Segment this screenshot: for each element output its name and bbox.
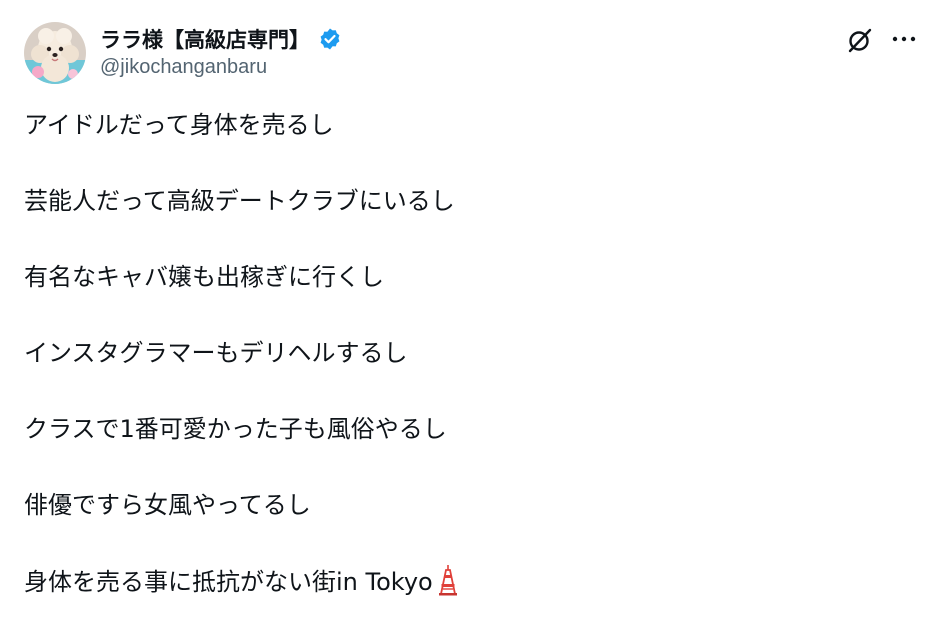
post-line: 俳優ですら女風やってるし xyxy=(24,491,311,519)
name-row: ララ様【高級店専門】 xyxy=(100,24,342,54)
post-line: インスタグラマーもデリヘルするし xyxy=(24,339,408,367)
post-line-text: 身体を売る事に抵抗がない街in Tokyo xyxy=(24,568,433,596)
tokyo-tower-icon xyxy=(435,564,461,596)
post-line: アイドルだって身体を売るし xyxy=(24,111,334,139)
tweet: ララ様【高級店専門】 @jikochanganbaru アイドルだって身体を売る… xyxy=(0,0,946,632)
post-text: アイドルだって身体を売るし 芸能人だって高級デートクラブにいるし 有名なキャバ嬢… xyxy=(24,108,924,640)
poodle-avatar-icon xyxy=(24,22,86,84)
post-line: クラスで1番可愛かった子も風俗やるし xyxy=(24,415,447,443)
post-line-last: 身体を売る事に抵抗がない街in Tokyo xyxy=(24,564,924,598)
handle[interactable]: @jikochanganbaru xyxy=(100,56,342,79)
verified-badge-icon[interactable] xyxy=(318,27,342,51)
avatar[interactable] xyxy=(24,22,86,84)
author-info: ララ様【高級店専門】 @jikochanganbaru xyxy=(100,24,342,79)
more-icon[interactable] xyxy=(890,27,918,51)
post-line: 有名なキャバ嬢も出稼ぎに行くし xyxy=(24,263,384,291)
grok-icon[interactable] xyxy=(846,26,874,54)
display-name[interactable]: ララ様【高級店専門】 xyxy=(100,24,310,54)
post-line: 芸能人だって高級デートクラブにいるし xyxy=(24,187,455,215)
